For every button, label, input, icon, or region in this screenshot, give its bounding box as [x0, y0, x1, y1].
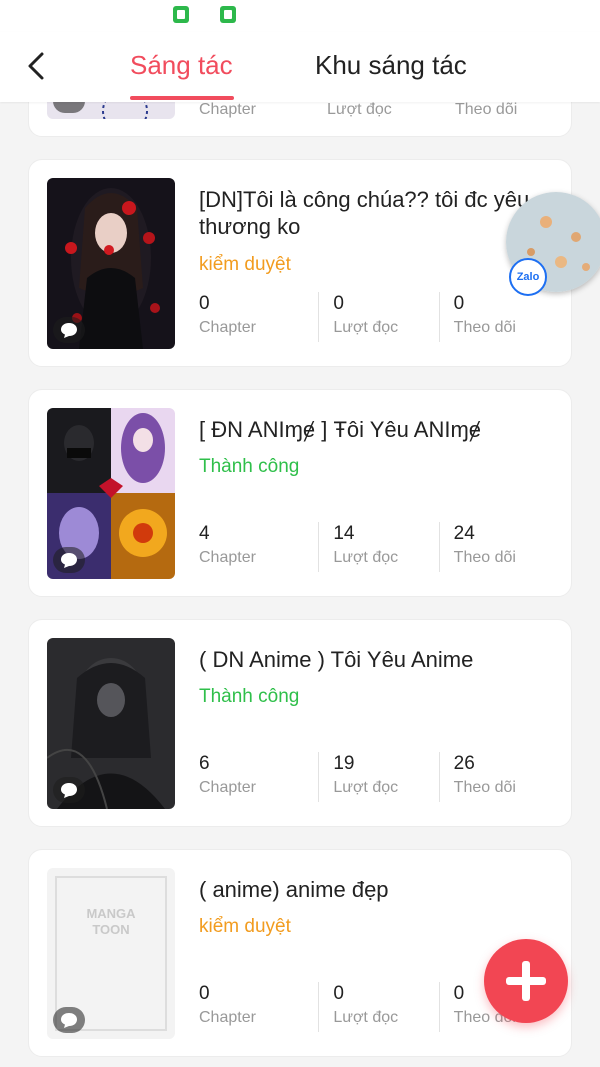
work-status: Thành công	[199, 686, 300, 707]
stat-value: 24	[453, 523, 475, 544]
stat-value: 0	[199, 293, 210, 314]
stat-chapter: 4 Chapter	[199, 522, 318, 572]
top-nav-bar: Sáng tác Khu sáng tác	[0, 32, 600, 102]
cover-image	[47, 638, 175, 809]
tab-my-works[interactable]: Sáng tác	[130, 50, 233, 81]
stat-chapter: 6 Chapter	[199, 752, 318, 802]
chevron-left-icon	[28, 52, 44, 80]
stat-reads: 14 Lượt đọc	[318, 522, 438, 572]
stat-label: Lượt đọc	[333, 319, 399, 336]
placeholder-logo-line: TOON	[92, 922, 130, 937]
stat-label: Lượt đọc	[327, 101, 392, 118]
placeholder-logo: MANGA TOON	[47, 906, 175, 938]
back-button[interactable]	[20, 48, 56, 84]
stat-value: 0	[333, 293, 344, 314]
stat-reads: 0 Lượt đọc	[318, 982, 438, 1032]
comment-icon	[53, 777, 85, 803]
stat-chapter: 0 Chapter	[199, 292, 318, 342]
work-stats: 4 Chapter 14 Lượt đọc 24 Theo dõi	[199, 522, 559, 572]
work-status: kiểm duyệt	[199, 916, 291, 937]
work-stats: 0 Chapter 0 Lượt đọc 0 Theo dõi	[199, 292, 559, 342]
cover-image	[47, 408, 175, 579]
stat-value: 0	[333, 983, 344, 1004]
stat-chapter: 0 Chapter	[199, 982, 318, 1032]
stat-label: Theo dõi	[453, 549, 516, 566]
work-stats: 6 Chapter 19 Lượt đọc 26 Theo dõi	[199, 752, 559, 802]
stat-value: 19	[333, 753, 355, 774]
work-title: [DN]Tôi là công chúa?? tôi đc yêu thương…	[199, 187, 530, 239]
notification-icon	[173, 6, 189, 23]
active-tab-indicator	[130, 96, 234, 100]
stat-reads: 0 Lượt đọc	[318, 292, 438, 342]
comment-icon	[53, 547, 85, 573]
stat-value: 4	[199, 523, 210, 544]
zalo-badge: Zalo	[509, 258, 547, 296]
stat-value: 6	[199, 753, 210, 774]
stat-label: Theo dõi	[453, 779, 516, 796]
work-status: kiểm duyệt	[199, 254, 291, 275]
stat-value: 26	[453, 753, 475, 774]
work-title: [ ĐN ANIɱɇ ] Ŧôi Yêu ANIɱɇ	[199, 417, 482, 442]
stat-label: Chapter	[199, 1009, 256, 1026]
cover-image: MANGA TOON	[47, 868, 175, 1039]
comment-icon	[53, 317, 85, 343]
work-card[interactable]: ( DN Anime ) Tôi Yêu Anime Thành công 6 …	[28, 619, 572, 827]
notification-icon	[220, 6, 236, 23]
stat-follows: 26 Theo dõi	[438, 752, 559, 802]
stat-label: Theo dõi	[453, 319, 516, 336]
stat-value: 14	[333, 523, 355, 544]
add-work-button[interactable]	[484, 939, 568, 1023]
comment-icon	[53, 1007, 85, 1033]
stat-label: Chapter	[199, 101, 256, 118]
placeholder-logo-line: MANGA	[86, 906, 136, 921]
stat-reads: 19 Lượt đọc	[318, 752, 438, 802]
stat-label: Lượt đọc	[333, 779, 399, 796]
stat-label: Lượt đọc	[333, 1009, 399, 1026]
stat-label: Chapter	[199, 779, 256, 796]
work-title: ( DN Anime ) Tôi Yêu Anime	[199, 647, 474, 672]
work-status: Thành công	[199, 456, 300, 477]
status-bar	[0, 0, 600, 32]
tab-creation-area[interactable]: Khu sáng tác	[315, 50, 467, 81]
stat-label: Chapter	[199, 549, 256, 566]
work-title: ( anime) anime đẹp	[199, 877, 389, 902]
stat-value: 0	[453, 293, 465, 314]
cover-image	[47, 178, 175, 349]
work-card[interactable]: [DN]Tôi là công chúa?? tôi đc yêu thương…	[28, 159, 572, 367]
stat-follows: 24 Theo dõi	[438, 522, 559, 572]
work-card[interactable]: MANGA TOON ( anime) anime đẹp kiểm duyệt…	[28, 849, 572, 1057]
stat-follows: 0 Theo dõi	[438, 292, 559, 342]
stat-value: 0	[199, 983, 210, 1004]
work-card[interactable]: [ ĐN ANIɱɇ ] Ŧôi Yêu ANIɱɇ Thành công 4 …	[28, 389, 572, 597]
stat-label: Chapter	[199, 319, 256, 336]
stat-label: Lượt đọc	[333, 549, 399, 566]
stat-label: Theo dõi	[455, 101, 518, 118]
